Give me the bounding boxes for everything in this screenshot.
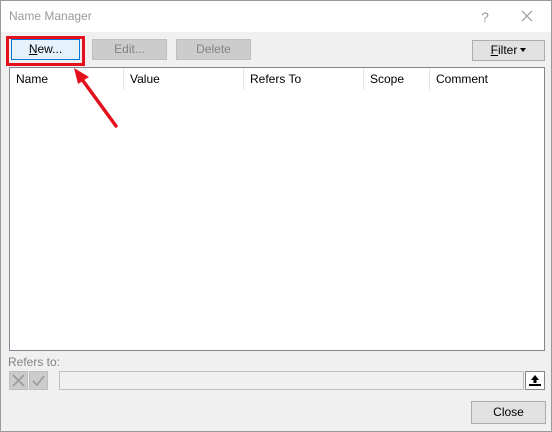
list-header: Name Value Refers To Scope Comment: [10, 68, 544, 92]
column-header-scope[interactable]: Scope: [364, 68, 430, 90]
names-list[interactable]: Name Value Refers To Scope Comment: [9, 67, 545, 351]
filter-button-mnemonic: F: [490, 43, 498, 57]
close-icon[interactable]: [515, 6, 539, 26]
filter-button[interactable]: Filter: [472, 40, 545, 61]
close-button[interactable]: Close: [471, 401, 546, 424]
filter-button-label: ilter: [498, 43, 518, 57]
column-header-refers-to[interactable]: Refers To: [244, 68, 364, 90]
window-title: Name Manager: [9, 9, 92, 23]
cancel-x-icon[interactable]: [9, 371, 28, 390]
column-header-comment[interactable]: Comment: [430, 68, 544, 90]
column-header-value[interactable]: Value: [124, 68, 244, 90]
collapse-dialog-icon[interactable]: [525, 371, 545, 390]
edit-button[interactable]: Edit...: [92, 39, 167, 60]
refers-to-label: Refers to:: [8, 355, 61, 369]
new-button-label: ew...: [37, 42, 63, 56]
refers-to-input[interactable]: [59, 371, 524, 390]
title-bar: Name Manager ?: [1, 1, 551, 32]
delete-button[interactable]: Delete: [176, 39, 251, 60]
help-button[interactable]: ?: [475, 7, 495, 27]
name-manager-dialog: Name Manager ? New... Edit... Delete Fil…: [0, 0, 552, 432]
checkmark-icon[interactable]: [29, 371, 48, 390]
caret-down-icon: [520, 47, 527, 52]
column-header-name[interactable]: Name: [10, 68, 124, 90]
new-button[interactable]: New...: [11, 39, 80, 60]
